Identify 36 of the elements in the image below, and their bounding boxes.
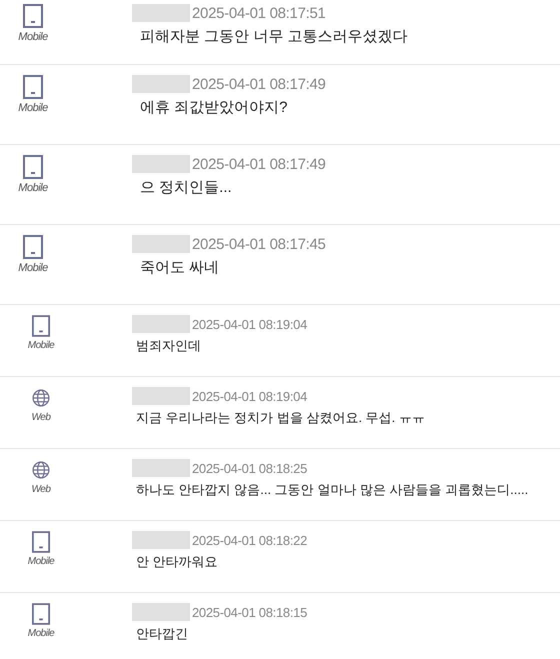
redacted-username — [132, 387, 190, 405]
device-label: Mobile — [28, 628, 54, 639]
comment-time: 2025-04-01 08:17:49 — [192, 156, 326, 172]
comment-text: 안타깝긴 — [136, 625, 189, 643]
comment-time: 2025-04-01 08:19:04 — [192, 316, 308, 332]
redacted-username — [132, 315, 190, 333]
redacted-username — [132, 75, 190, 93]
comment-text: 범죄자인데 — [136, 337, 202, 355]
redacted-username — [132, 531, 190, 549]
device-label: Web — [32, 484, 50, 495]
comment-text: 죽어도 싸네 — [140, 258, 220, 277]
device-label: Mobile — [28, 556, 54, 567]
comment-time: 2025-04-01 08:17:45 — [192, 236, 326, 252]
comment-text: 지금 우리나라는 정치가 법을 삼켰어요. 무섭. ㅠㅠ — [136, 409, 425, 427]
comment-time: 2025-04-01 08:17:51 — [192, 4, 326, 22]
comment-text: 하나도 안타깝지 않음... 그동안 얼마나 많은 사람들을 괴롭혔는디..... — [136, 481, 528, 499]
device-label: Mobile — [18, 262, 48, 274]
device-label: Mobile — [18, 182, 48, 194]
redacted-username — [132, 235, 190, 253]
comment-time: 2025-04-01 08:18:25 — [192, 460, 308, 476]
device-label: Web — [32, 412, 50, 423]
comment-text: 안 안타까워요 — [136, 553, 219, 571]
comment-time: 2025-04-01 08:18:15 — [192, 604, 308, 620]
comment-text: 에휴 죄값받았어야지? — [140, 98, 289, 117]
comment-time: 2025-04-01 08:19:04 — [192, 388, 308, 404]
redacted-username — [132, 155, 190, 173]
redacted-username — [132, 459, 190, 477]
comment-text: 피해자분 그동안 너무 고통스러우셨겠다 — [140, 27, 408, 46]
comment-time: 2025-04-01 08:18:22 — [192, 532, 308, 548]
redacted-username — [132, 603, 190, 621]
redacted-username — [132, 4, 190, 22]
device-label: Mobile — [28, 340, 54, 351]
comment-text: 으 정치인들... — [140, 178, 233, 197]
device-label: Mobile — [18, 102, 48, 114]
device-label: Mobile — [18, 31, 48, 43]
comment-time: 2025-04-01 08:17:49 — [192, 76, 326, 92]
